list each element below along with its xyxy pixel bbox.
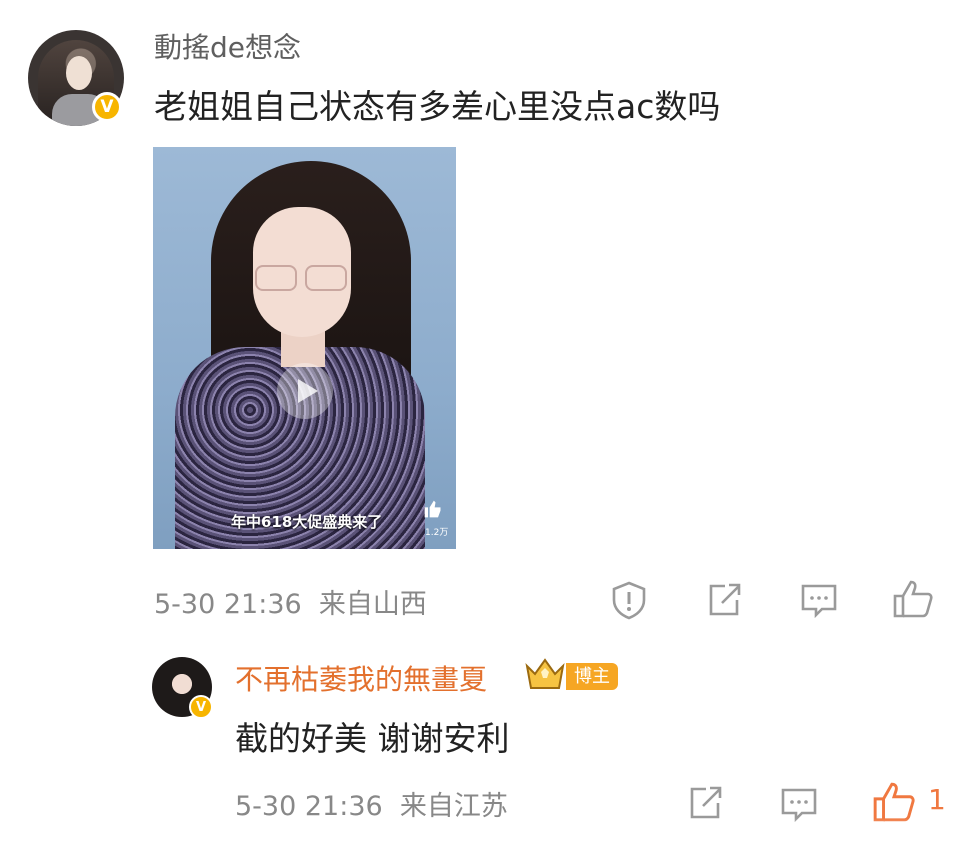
comment-username[interactable]: 動搖de想念 xyxy=(154,26,301,66)
comment-icon[interactable] xyxy=(800,582,838,620)
image-caption: 年中618大促盛典来了 xyxy=(231,513,383,531)
avatar-face xyxy=(66,56,92,90)
bottom-fade xyxy=(0,818,970,845)
image-like-icon xyxy=(423,499,443,519)
comment-image[interactable]: 年中618大促盛典来了 1.2万 xyxy=(153,147,456,549)
repost-icon[interactable] xyxy=(686,785,724,821)
crown-icon xyxy=(523,656,567,692)
reply-like-count: 1 xyxy=(928,783,946,816)
comment-date: 5-30 21:36 xyxy=(154,589,302,620)
image-like-count: 1.2万 xyxy=(425,528,449,538)
video-play-icon[interactable] xyxy=(277,363,333,419)
host-badge: 博主 xyxy=(566,663,618,690)
report-icon[interactable] xyxy=(610,580,648,620)
comment-meta: 5-30 21:36 来自山西 xyxy=(154,582,427,621)
verified-badge-icon: V xyxy=(92,92,122,122)
comment-text: 老姐姐自己状态有多差心里没点ac数吗 xyxy=(154,87,721,126)
verified-badge-icon: V xyxy=(189,695,213,719)
reply-text: 截的好美 谢谢安利 xyxy=(235,719,510,758)
verified-badge-label: V xyxy=(195,699,207,715)
like-icon[interactable] xyxy=(892,578,934,620)
image-glasses xyxy=(305,265,347,291)
repost-icon[interactable] xyxy=(705,582,743,618)
image-glasses xyxy=(255,265,297,291)
comment-source: 来自山西 xyxy=(318,589,427,620)
reply-username[interactable]: 不再枯萎我的無畫夏 xyxy=(235,658,487,698)
verified-badge-label: V xyxy=(100,97,114,117)
